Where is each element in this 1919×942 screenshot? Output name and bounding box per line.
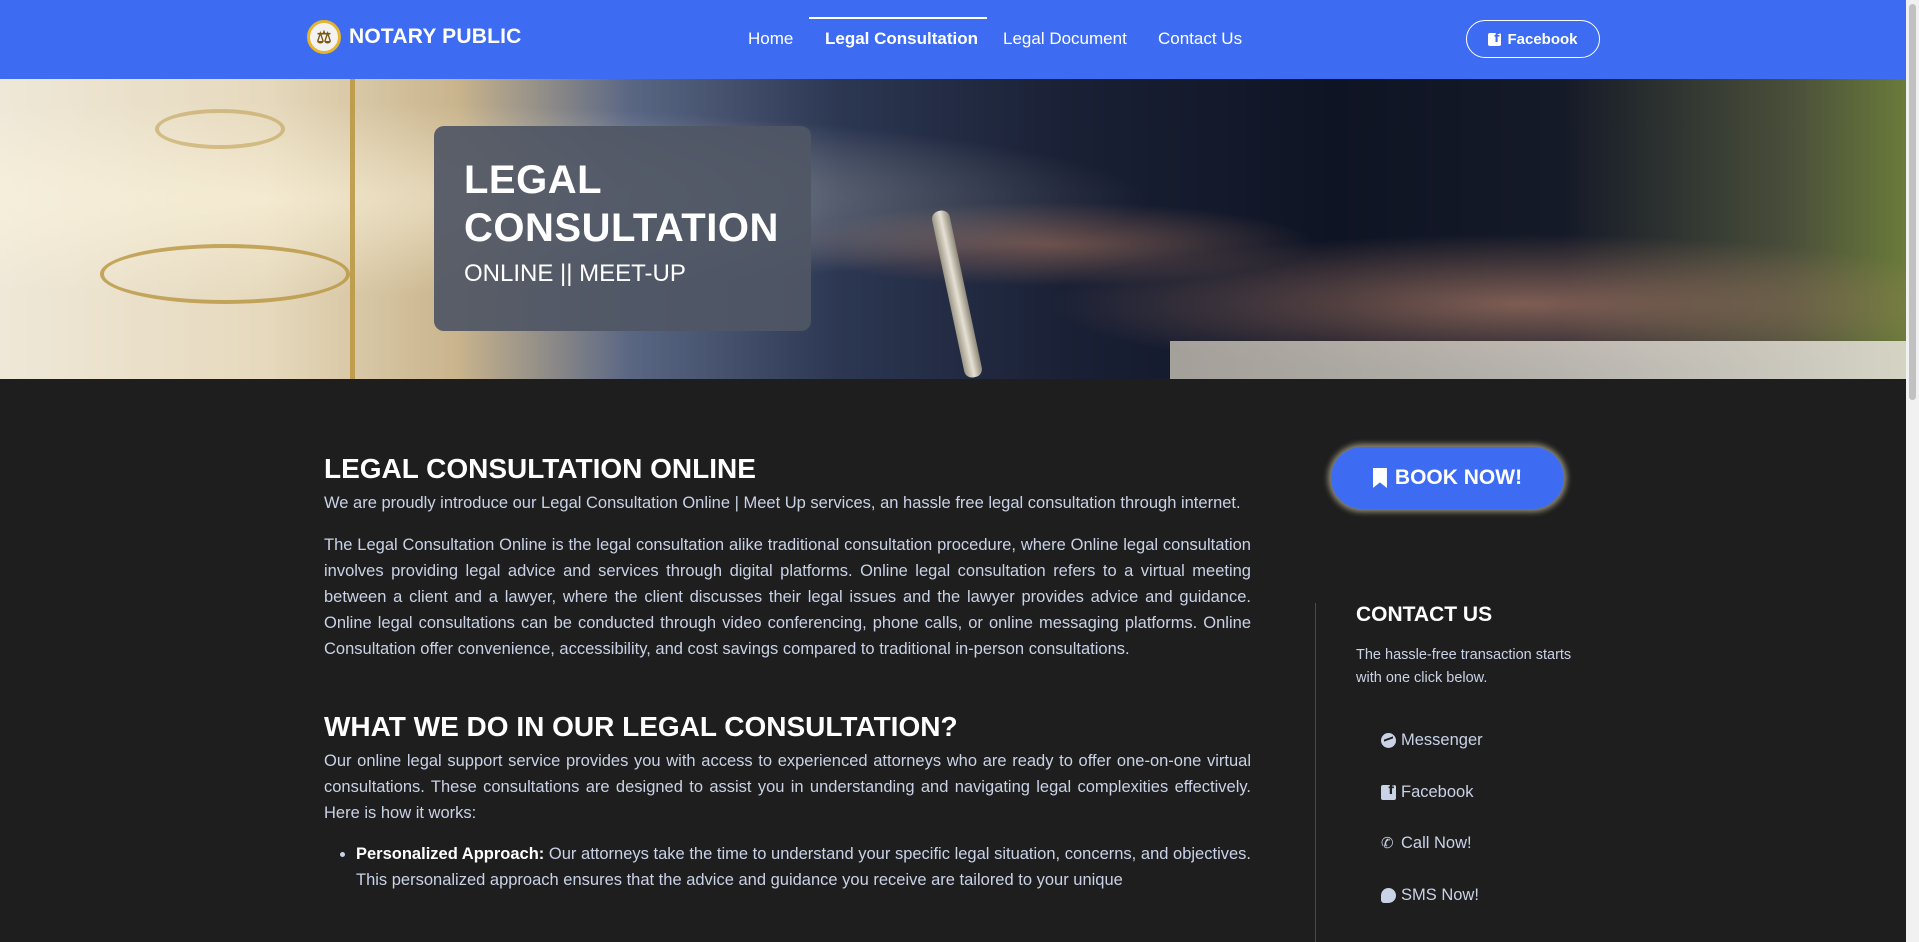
hero-subtitle: ONLINE || MEET-UP [464,260,686,287]
nav-contact-us[interactable]: Contact Us [1158,29,1242,49]
brand[interactable]: ⚖ NOTARY PUBLIC [307,20,522,54]
section-heading-online: LEGAL CONSULTATION ONLINE [324,453,756,484]
contact-us-description: The hassle-free transaction starts with … [1356,647,1572,686]
nav-home[interactable]: Home [748,29,793,49]
sidebar-divider [1315,603,1316,942]
nav-legal-consultation[interactable]: Legal Consultation [825,29,978,49]
contact-call-label: Call Now! [1401,834,1472,852]
top-navbar: ⚖ NOTARY PUBLIC Home Legal Consultation … [0,0,1906,79]
service-list: Personalized Approach: Our attorneys tak… [356,841,1251,893]
contact-messenger-link[interactable]: Messenger [1381,731,1483,750]
desk-decoration [1170,341,1906,379]
main-content: LEGAL CONSULTATION ONLINE We are proudly… [324,452,1251,893]
hero-title: LEGAL CONSULTATION [464,158,779,250]
scrollbar-thumb[interactable] [1909,4,1916,400]
nav-legal-document[interactable]: Legal Document [1003,29,1127,49]
bookmark-icon [1372,468,1387,488]
contact-call-link[interactable]: ✆ Call Now! [1381,834,1472,853]
scales-logo-icon: ⚖ [307,20,341,54]
page-scrollbar[interactable] [1906,0,1919,942]
book-now-button[interactable]: BOOK NOW! [1331,447,1564,509]
hero-title-card: LEGAL CONSULTATION ONLINE || MEET-UP [434,126,811,331]
contact-facebook-link[interactable]: Facebook [1381,783,1473,802]
active-nav-indicator [809,17,987,19]
messenger-icon [1381,733,1396,748]
list-item-label: Personalized Approach: [356,845,545,863]
hero-background-image [0,79,1906,379]
scale-pan-decoration [100,244,350,304]
facebook-button[interactable]: Facebook [1466,20,1600,58]
section-heading-what-we-do: WHAT WE DO IN OUR LEGAL CONSULTATION? [324,711,958,742]
contact-sms-label: SMS Now! [1401,886,1479,904]
facebook-button-label: Facebook [1507,30,1578,48]
contact-facebook-label: Facebook [1401,783,1474,801]
phone-icon: ✆ [1381,834,1394,852]
contact-us-heading: CONTACT US [1356,603,1493,626]
facebook-icon [1381,783,1396,800]
hero-banner: LEGAL CONSULTATION ONLINE || MEET-UP [0,79,1906,379]
what-we-do-paragraph: Our online legal support service provide… [324,752,1251,822]
book-now-label: BOOK NOW! [1394,466,1523,489]
description-paragraph: The Legal Consultation Online is the leg… [324,536,1251,658]
contact-messenger-label: Messenger [1401,731,1483,749]
what-we-do-section: WHAT WE DO IN OUR LEGAL CONSULTATION? Ou… [324,710,1251,893]
intro-paragraph: We are proudly introduce our Legal Consu… [324,494,1241,512]
brand-name: NOTARY PUBLIC [349,25,522,48]
scale-arm-decoration [155,109,285,149]
list-item: Personalized Approach: Our attorneys tak… [356,841,1251,893]
scale-decoration [350,79,355,379]
facebook-icon [1488,31,1502,46]
contact-sms-link[interactable]: SMS Now! [1381,886,1479,905]
sms-icon [1381,888,1396,903]
